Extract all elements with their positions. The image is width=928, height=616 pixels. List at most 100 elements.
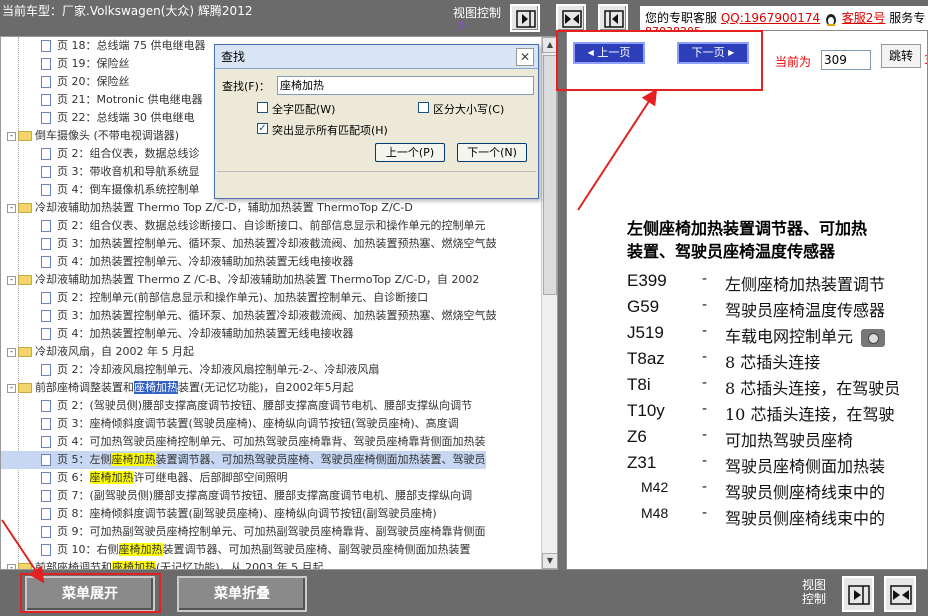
menu-collapse-button[interactable]: 菜单折叠: [177, 576, 307, 612]
qq-penguin-icon: [824, 12, 838, 26]
scroll-down-arrow-icon[interactable]: ▼: [542, 553, 557, 569]
legend-code: Z6: [627, 427, 647, 446]
view-left-panel-button[interactable]: [598, 4, 628, 32]
collapse-toggle-icon[interactable]: -: [7, 131, 16, 141]
tree-page-item[interactable]: 页 3：加热装置控制单元、循环泵、加热装置冷却液截流阀、加热装置预热塞、燃烧空气…: [1, 235, 497, 253]
tree-page-item[interactable]: 页 2：组合仪表、数据总线诊断接口、自诊断接口、前部信息显示和操作单元的控制单元: [1, 217, 486, 235]
page-number-input[interactable]: 309: [821, 50, 871, 70]
legend-dash: -: [702, 479, 708, 495]
support-label: 您的专职客服: [645, 11, 718, 25]
page-icon: [41, 40, 51, 52]
tree-page-item[interactable]: 页 8：座椅倾斜度调节装置(副驾驶员座椅)、座椅纵向调节按钮(副驾驶员座椅): [1, 505, 437, 523]
tree-page-item[interactable]: 页 9：可加热副驾驶员座椅控制单元、可加热副驾驶员座椅靠背、副驾驶员座椅靠背侧面: [1, 523, 486, 541]
tree-folder-item[interactable]: - 前部座椅调整装置和座椅加热装置(无记忆功能)，自2002年5月起: [1, 379, 354, 397]
service-2-link[interactable]: 客服2号: [842, 11, 886, 25]
legend-dash: -: [702, 349, 708, 365]
app-window: 当前车型：厂家.Volkswagen(大众) 辉腾2012 视图控制 ℙ 您的专…: [0, 0, 928, 616]
collapse-toggle-icon[interactable]: -: [7, 383, 16, 393]
tree-page-item[interactable]: 页 3：带收音机和导航系统显: [1, 163, 200, 181]
collapse-toggle-icon[interactable]: -: [7, 203, 16, 213]
tree-page-item[interactable]: 页 2：(驾驶员侧)腰部支撑高度调节按钮、腰部支撑高度调节电机、腰部支撑纵向调节: [1, 397, 472, 415]
page-icon: [41, 310, 51, 322]
tree-page-item[interactable]: 页 2：控制单元(前部信息显示和操作单元)、加热装置控制单元、自诊断接口: [1, 289, 428, 307]
page-icon: [41, 76, 51, 88]
tree-item-label: 前部座椅调整装置和: [35, 381, 134, 394]
tree-folder-item[interactable]: - 前部座椅调节和座椅加热(无记忆功能)，从 2003 年 5 月起: [1, 559, 324, 569]
legend-description: 左侧座椅加热装置调节: [725, 275, 886, 294]
tree-page-item[interactable]: 页 18：总线端 75 供电继电器: [1, 37, 205, 55]
folder-icon: [18, 275, 32, 285]
tree-page-item[interactable]: 页 10：右侧座椅加热装置调节器、可加热副驾驶员座椅、副驾驶员座椅侧面加热装置: [1, 541, 471, 559]
tree-page-item[interactable]: 页 20：保险丝: [1, 73, 130, 91]
tree-item-label: 装置(无记忆功能)，自2002年5月起: [178, 381, 354, 394]
legend-code: T10y: [627, 401, 665, 420]
tree-page-item[interactable]: 页 22：总线端 30 供电继电: [1, 109, 194, 127]
tree-page-item[interactable]: 页 2：冷却液风扇控制单元、冷却液风扇控制单元-2-、冷却液风扇: [1, 361, 379, 379]
tree-page-item[interactable]: 页 4：加热装置控制单元、冷却液辅助加热装置无线电接收器: [1, 253, 354, 271]
folder-icon: [18, 383, 32, 393]
legend-code: M42: [641, 479, 669, 495]
page-icon: [41, 112, 51, 124]
legend-description: 驾驶员座椅温度传感器: [725, 301, 886, 320]
legend-dash: -: [702, 427, 708, 443]
tree-item-label: 页 4：倒车摄像机系统控制单: [57, 183, 200, 196]
page-icon: [41, 292, 51, 304]
go-to-page-button[interactable]: 跳转: [881, 44, 921, 68]
folder-icon: [18, 563, 32, 569]
collapse-toggle-icon[interactable]: -: [7, 347, 16, 357]
whole-word-checkbox[interactable]: [257, 102, 268, 113]
find-next-button[interactable]: 下一个(N): [457, 143, 527, 162]
page-trailing-number: 3: [924, 53, 927, 67]
tree-page-item[interactable]: 页 19：保险丝: [1, 55, 130, 73]
legend-dash: -: [702, 323, 708, 339]
tree-page-item[interactable]: 页 4：可加热驾驶员座椅控制单元、可加热驾驶员座椅靠背、驾驶员座椅靠背侧面加热装: [1, 433, 486, 451]
tree-folder-item[interactable]: - 冷却液风扇，自 2002 年 5 月起: [1, 343, 194, 361]
page-icon: [41, 328, 51, 340]
tree-folder-item[interactable]: - 冷却液辅助加热装置 Thermo Top Z/C-D，辅助加热装置 Therm…: [1, 199, 413, 217]
page-icon: [41, 418, 51, 430]
view-right-panel-button[interactable]: [510, 4, 540, 32]
match-case-checkbox[interactable]: [418, 102, 429, 113]
legend-code: T8az: [627, 349, 665, 368]
document-page: 左侧座椅加热装置调节器、可加热 装置、驾驶员座椅温度传感器 E399 - 左侧座椅加…: [627, 217, 927, 528]
tree-page-item[interactable]: 页 3：加热装置控制单元、循环泵、加热装置冷却液截流阀、加热装置预热塞、燃烧空气…: [1, 307, 497, 325]
legend-code: E399: [627, 271, 667, 290]
bottom-view-right-button[interactable]: [842, 576, 874, 612]
qq-link[interactable]: QQ:1967900174: [721, 11, 820, 25]
view-split-button[interactable]: [556, 4, 586, 32]
page-icon: [41, 148, 51, 160]
legend-dash: -: [702, 401, 708, 417]
highlight-all-label: 突出显示所有匹配项(H): [272, 124, 388, 137]
collapse-toggle-icon[interactable]: -: [7, 275, 16, 285]
tree-page-item[interactable]: 页 21：Motronic 供电继电器: [1, 91, 203, 109]
legend-dash: -: [702, 453, 708, 469]
find-prev-button[interactable]: 上一个(P): [375, 143, 445, 162]
whole-word-label: 全字匹配(W): [272, 103, 336, 116]
tree-folder-item[interactable]: - 倒车摄像头 (不带电视调谐器): [1, 127, 179, 145]
tree-page-item[interactable]: 页 2：组合仪表，数据总线诊: [1, 145, 200, 163]
tree-item-label: 页 22：总线端 30 供电继电: [57, 111, 195, 124]
find-label: 查找(F)：: [222, 80, 270, 93]
page-icon: [41, 472, 51, 484]
tree-page-item[interactable]: 页 4：倒车摄像机系统控制单: [1, 181, 200, 199]
highlight-all-checkbox[interactable]: ✓: [257, 123, 268, 134]
tree-item-label: 页 4：加热装置控制单元、冷却液辅助加热装置无线电接收器: [57, 327, 354, 340]
close-icon[interactable]: ✕: [516, 48, 534, 66]
tree-page-item[interactable]: 页 6：座椅加热许可继电器、后部脚部空间照明: [1, 469, 288, 487]
page-icon: [41, 94, 51, 106]
legend-description: 8 芯插头连接: [725, 353, 821, 372]
tree-page-item[interactable]: 页 5：左侧座椅加热装置调节器、可加热驾驶员座椅、驾驶员座椅侧面加热装置、驾驶员: [1, 451, 486, 469]
page-icon: [41, 454, 51, 466]
tree-folder-item[interactable]: - 冷却液辅助加热装置 Thermo Z /C-B、冷却液辅助加热装置 Therm…: [1, 271, 479, 289]
scrollbar-thumb[interactable]: [543, 55, 557, 295]
tree-item-label: 许可继电器、后部脚部空间照明: [133, 471, 288, 484]
tree-item-label: 页 18：总线端 75 供电继电器: [57, 39, 206, 52]
legend-description: 10 芯插头连接，在驾驶: [725, 405, 895, 424]
tree-scrollbar[interactable]: ▲ ▼: [541, 37, 557, 569]
bottom-view-split-button[interactable]: [884, 576, 916, 612]
tree-page-item[interactable]: 页 3：座椅倾斜度调节装置(驾驶员座椅)、座椅纵向调节按钮(驾驶员座椅)、高度调: [1, 415, 459, 433]
tree-page-item[interactable]: 页 7：(副驾驶员侧)腰部支撑高度调节按钮、腰部支撑高度调节电机、腰部支撑纵向调: [1, 487, 472, 505]
find-input[interactable]: 座椅加热: [277, 76, 534, 95]
tree-page-item[interactable]: 页 4：加热装置控制单元、冷却液辅助加热装置无线电接收器: [1, 325, 354, 343]
camera-icon[interactable]: [861, 328, 886, 347]
